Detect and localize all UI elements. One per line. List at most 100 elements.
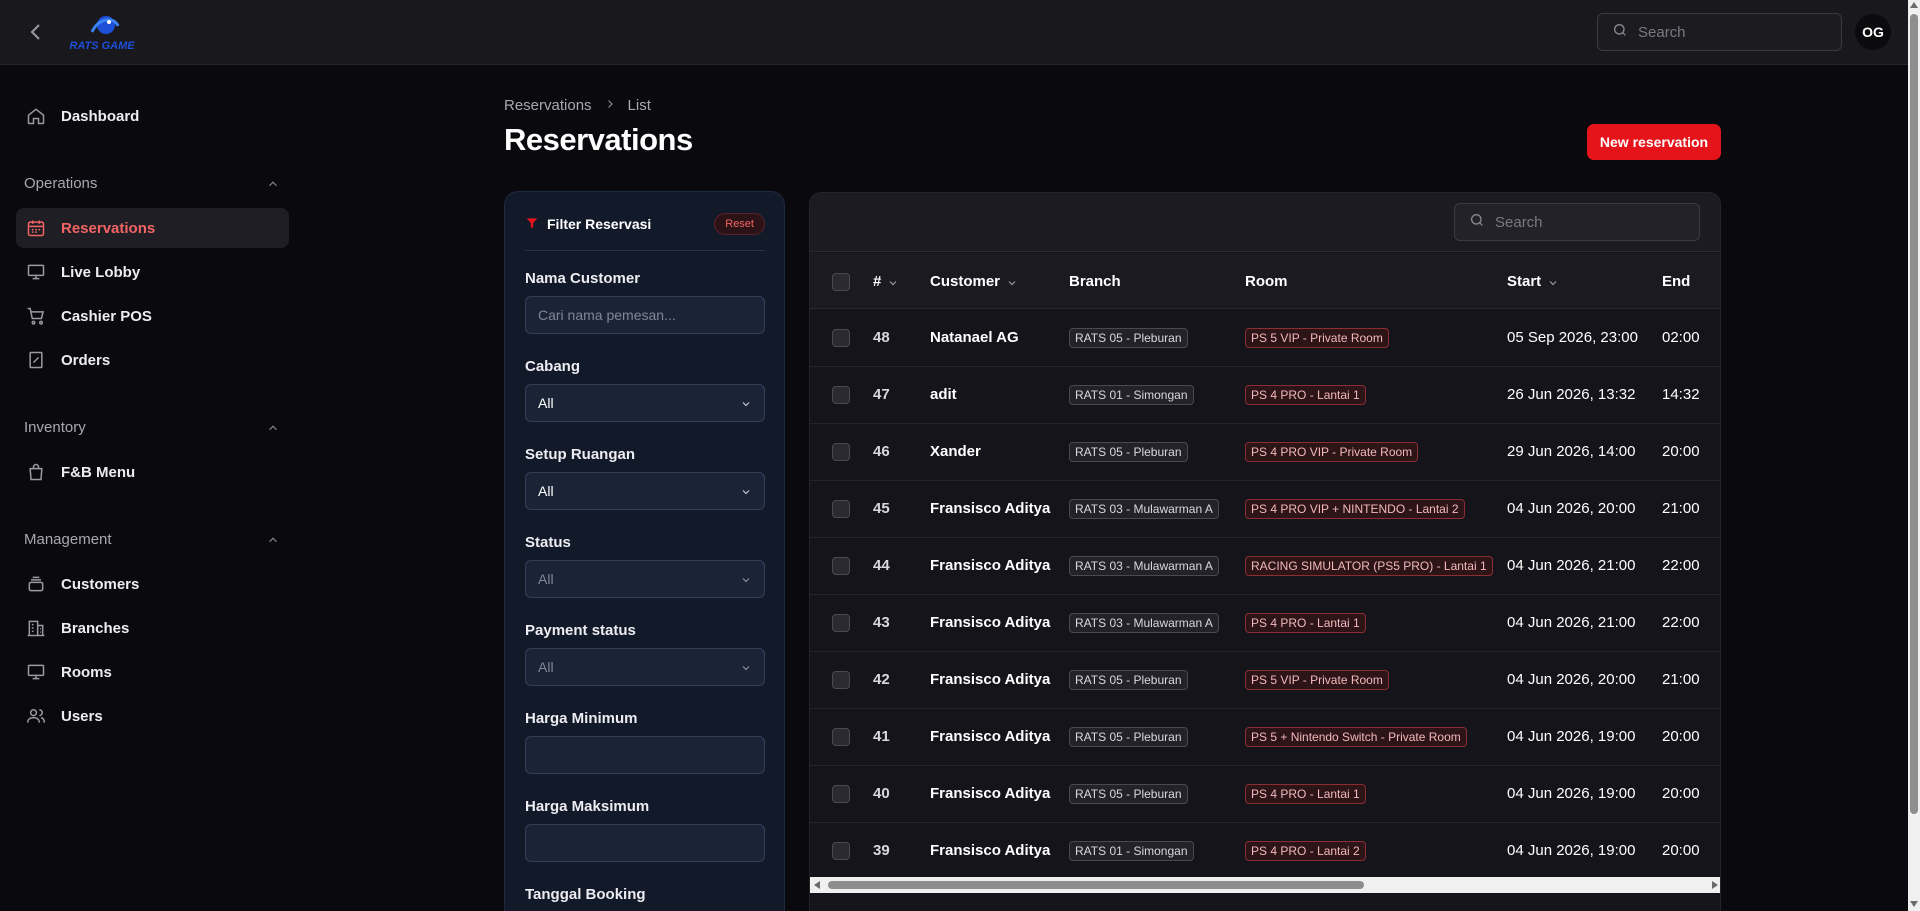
- scroll-right-icon[interactable]: [1712, 881, 1718, 889]
- room-badge: PS 4 PRO - Lantai 1: [1245, 385, 1366, 405]
- chevron-down-icon: [740, 661, 752, 673]
- payment-status-select[interactable]: All: [525, 648, 765, 686]
- room-badge: RACING SIMULATOR (PS5 PRO) - Lantai 1: [1245, 556, 1493, 576]
- reservation-id: 47: [873, 386, 890, 403]
- global-search-input[interactable]: [1638, 23, 1818, 41]
- table-search-input[interactable]: [1495, 213, 1675, 231]
- branch-badge: RATS 01 - Simongan: [1069, 841, 1194, 861]
- vertical-scrollbar[interactable]: [1908, 0, 1920, 911]
- sidebar-item-orders[interactable]: Orders: [16, 340, 289, 380]
- row-checkbox[interactable]: [832, 728, 850, 746]
- monitor-icon: [25, 661, 47, 683]
- table-row[interactable]: 48 Natanael AG RATS 05 - Pleburan PS 5 VIP …: [810, 310, 1720, 367]
- row-checkbox[interactable]: [832, 842, 850, 860]
- sidebar-item-dashboard[interactable]: Dashboard: [16, 96, 289, 136]
- scroll-left-icon[interactable]: [814, 881, 820, 889]
- global-search[interactable]: [1597, 13, 1842, 51]
- booking-date-label: Tanggal Booking: [525, 886, 646, 903]
- reservations-table: # Customer Branch Room Start End 48 Natan…: [809, 192, 1721, 911]
- row-checkbox[interactable]: [832, 785, 850, 803]
- row-checkbox[interactable]: [832, 386, 850, 404]
- monitor-icon: [25, 261, 47, 283]
- customer-name: Fransisco Aditya: [930, 671, 1051, 688]
- room-badge: PS 4 PRO VIP - Private Room: [1245, 442, 1419, 462]
- rats-game-logo[interactable]: RATS GAME: [62, 12, 142, 54]
- breadcrumb-link[interactable]: Reservations: [504, 97, 592, 114]
- table-row[interactable]: 42 Fransisco Aditya RATS 05 - Pleburan PS 5…: [810, 652, 1720, 709]
- start-time: 04 Jun 2026, 20:00: [1507, 671, 1636, 688]
- scroll-up-icon[interactable]: [1910, 2, 1918, 8]
- room-badge: PS 5 VIP - Private Room: [1245, 328, 1389, 348]
- table-row[interactable]: 45 Fransisco Aditya RATS 03 - Mulawarman A…: [810, 481, 1720, 538]
- max-price-input[interactable]: [525, 824, 765, 862]
- new-reservation-button[interactable]: New reservation: [1587, 124, 1721, 160]
- table-row[interactable]: 46 Xander RATS 05 - Pleburan PS 4 PRO VIP -…: [810, 424, 1720, 481]
- group-inventory[interactable]: Inventory: [24, 419, 280, 436]
- status-select[interactable]: All: [525, 560, 765, 598]
- horizontal-scrollbar[interactable]: [810, 877, 1720, 893]
- min-price-input[interactable]: [525, 736, 765, 774]
- table-search[interactable]: [1454, 203, 1700, 241]
- column-header-start[interactable]: Start: [1507, 273, 1559, 290]
- users-icon: [25, 705, 47, 727]
- funnel-icon: [525, 216, 539, 233]
- avatar[interactable]: OG: [1855, 14, 1891, 50]
- scrollbar-thumb[interactable]: [828, 881, 1364, 889]
- sidebar-item-label: F&B Menu: [61, 463, 136, 481]
- column-header-id[interactable]: #: [873, 273, 899, 290]
- branch-select-value: All: [538, 395, 554, 411]
- room-setup-select-value: All: [538, 483, 554, 499]
- reset-filter-button[interactable]: Reset: [714, 213, 765, 235]
- row-checkbox[interactable]: [832, 500, 850, 518]
- branch-badge: RATS 05 - Pleburan: [1069, 328, 1188, 348]
- branch-select[interactable]: All: [525, 384, 765, 422]
- branch-badge: RATS 03 - Mulawarman A: [1069, 556, 1219, 576]
- filter-title-text: Filter Reservasi: [547, 216, 652, 232]
- column-header-customer[interactable]: Customer: [930, 273, 1018, 290]
- chevron-down-icon: [740, 485, 752, 497]
- end-time: 14:32: [1662, 386, 1700, 403]
- sidebar-item-label: Reservations: [61, 219, 156, 237]
- end-time: 21:00: [1662, 671, 1700, 688]
- table-row[interactable]: 44 Fransisco Aditya RATS 03 - Mulawarman A…: [810, 538, 1720, 595]
- scrollbar-thumb[interactable]: [1910, 14, 1918, 814]
- back-arrow-icon[interactable]: [24, 20, 48, 44]
- end-time: 20:00: [1662, 785, 1700, 802]
- table-row[interactable]: 39 Fransisco Aditya RATS 01 - Simongan PS 4…: [810, 823, 1720, 880]
- group-operations[interactable]: Operations: [24, 175, 280, 192]
- select-all-checkbox[interactable]: [832, 273, 850, 291]
- breadcrumb-current: List: [627, 97, 651, 114]
- sidebar-item-label: Orders: [61, 351, 111, 369]
- table-row[interactable]: 47 adit RATS 01 - Simongan PS 4 PRO - Lanta…: [810, 367, 1720, 424]
- sidebar-item-live-lobby[interactable]: Live Lobby: [16, 252, 289, 292]
- sidebar-item-fnb-menu[interactable]: F&B Menu: [16, 452, 289, 492]
- group-management[interactable]: Management: [24, 531, 280, 548]
- end-time: 20:00: [1662, 728, 1700, 745]
- table-row[interactable]: 41 Fransisco Aditya RATS 05 - Pleburan PS 5…: [810, 709, 1720, 766]
- max-price-label: Harga Maksimum: [525, 798, 650, 815]
- row-checkbox[interactable]: [832, 443, 850, 461]
- branch-badge: RATS 05 - Pleburan: [1069, 727, 1188, 747]
- sidebar-item-rooms[interactable]: Rooms: [16, 652, 289, 692]
- sidebar-item-branches[interactable]: Branches: [16, 608, 289, 648]
- sidebar-item-customers[interactable]: Customers: [16, 564, 289, 604]
- sidebar-item-users[interactable]: Users: [16, 696, 289, 736]
- row-checkbox[interactable]: [832, 557, 850, 575]
- scroll-down-icon[interactable]: [1910, 901, 1918, 907]
- chevron-up-icon: [266, 177, 280, 191]
- group-label: Management: [24, 531, 112, 548]
- branch-badge: RATS 01 - Simongan: [1069, 385, 1194, 405]
- customer-name: Fransisco Aditya: [930, 500, 1051, 517]
- start-time: 04 Jun 2026, 19:00: [1507, 728, 1636, 745]
- room-setup-select[interactable]: All: [525, 472, 765, 510]
- column-header-end: End: [1662, 273, 1691, 290]
- table-row[interactable]: 43 Fransisco Aditya RATS 03 - Mulawarman A…: [810, 595, 1720, 652]
- table-row[interactable]: 40 Fransisco Aditya RATS 05 - Pleburan PS 4…: [810, 766, 1720, 823]
- row-checkbox[interactable]: [832, 614, 850, 632]
- reservation-id: 42: [873, 671, 890, 688]
- customer-name-input[interactable]: Cari nama pemesan...: [525, 296, 765, 334]
- sidebar-item-reservations[interactable]: Reservations: [16, 208, 289, 248]
- row-checkbox[interactable]: [832, 329, 850, 347]
- row-checkbox[interactable]: [832, 671, 850, 689]
- sidebar-item-cashier-pos[interactable]: Cashier POS: [16, 296, 289, 336]
